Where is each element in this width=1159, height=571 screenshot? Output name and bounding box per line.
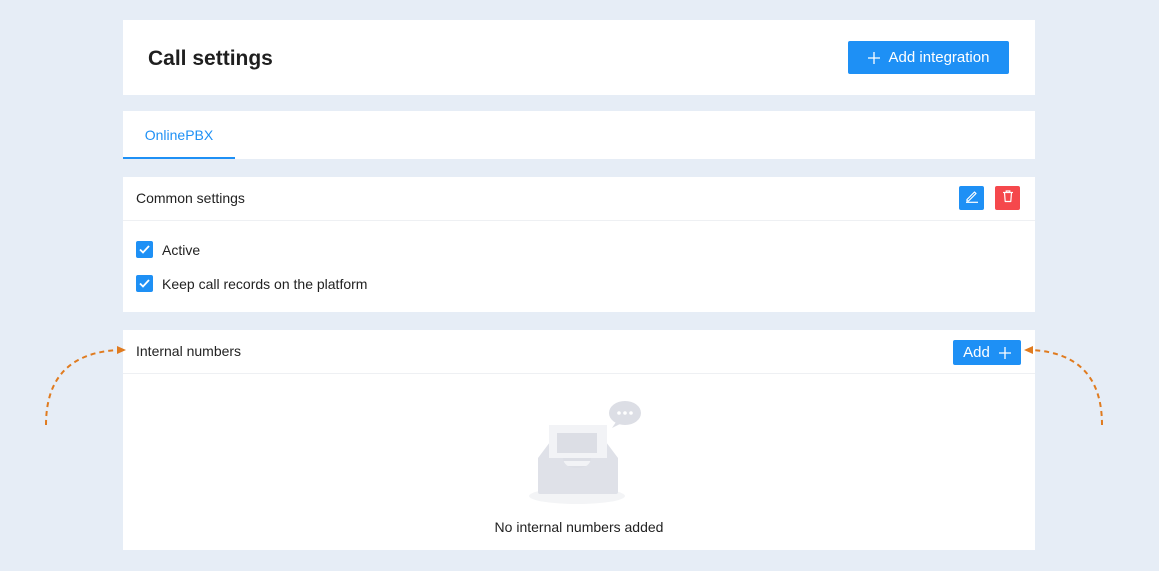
annotation-arrow-left — [45, 346, 126, 426]
empty-inbox-icon — [528, 396, 648, 508]
add-integration-button[interactable]: Add integration — [848, 41, 1009, 74]
tab-onlinepbx[interactable]: OnlinePBX — [123, 111, 235, 159]
trash-icon — [1001, 189, 1015, 208]
annotation-arrow-right — [1024, 346, 1103, 426]
plus-icon — [867, 51, 880, 64]
add-integration-label: Add integration — [888, 49, 990, 66]
tab-label: OnlinePBX — [144, 127, 214, 143]
delete-button[interactable] — [995, 186, 1020, 210]
plus-icon — [998, 346, 1011, 359]
keep-records-checkbox-row[interactable]: Keep call records on the platform — [136, 275, 367, 292]
add-label: Add — [963, 344, 990, 361]
keep-records-label: Keep call records on the platform — [162, 275, 368, 292]
integration-tabs: OnlinePBX — [123, 111, 1035, 159]
active-checkbox[interactable] — [136, 241, 153, 258]
active-tab-indicator — [123, 157, 235, 159]
edit-button[interactable] — [959, 186, 984, 210]
internal-numbers-card: Internal numbers Add No internal numbers… — [123, 330, 1035, 550]
empty-state-text: No internal numbers added — [494, 519, 664, 535]
pencil-icon — [965, 189, 979, 208]
active-checkbox-row[interactable]: Active — [136, 241, 200, 258]
internal-numbers-title: Internal numbers — [136, 343, 242, 359]
common-settings-header: Common settings — [123, 177, 1035, 221]
page: Call settings Add integration OnlinePBX … — [0, 0, 1159, 571]
add-internal-number-button[interactable]: Add — [953, 340, 1021, 365]
common-settings-title: Common settings — [136, 190, 245, 206]
keep-records-checkbox[interactable] — [136, 275, 153, 292]
common-settings-card: Common settings Active Keep call records… — [123, 177, 1035, 312]
page-title: Call settings — [148, 47, 273, 70]
page-header: Call settings Add integration — [123, 20, 1035, 95]
active-label: Active — [162, 241, 201, 258]
internal-numbers-header: Internal numbers Add — [123, 330, 1035, 374]
